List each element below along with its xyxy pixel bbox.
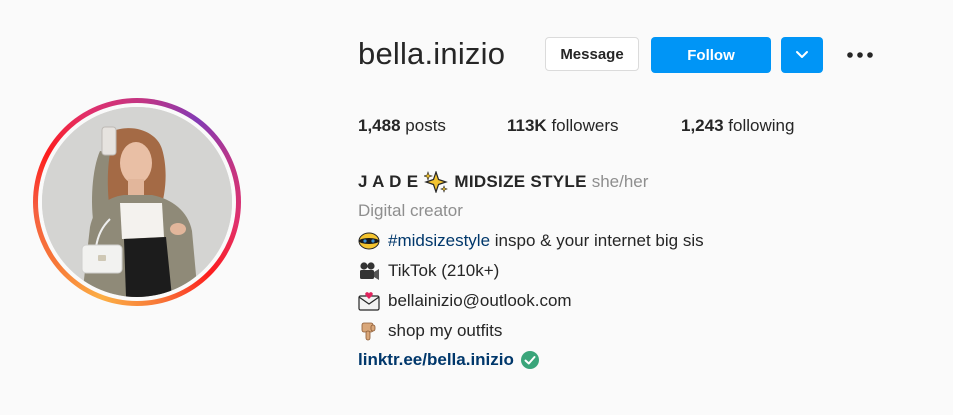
bio-name-line: J A D E MIDSIZE STYLE she/her xyxy=(358,171,648,193)
message-button[interactable]: Message xyxy=(545,37,639,71)
chevron-down-icon xyxy=(796,51,808,58)
follow-button[interactable]: Follow xyxy=(651,37,771,73)
check-circle-icon xyxy=(520,351,539,369)
dizzy-face-icon xyxy=(358,232,380,250)
category-label: Digital creator xyxy=(358,201,463,220)
followers-count: 113K xyxy=(507,116,547,135)
video-camera-icon xyxy=(360,262,379,280)
sparkles-icon xyxy=(424,171,449,193)
bio-line-4-text: shop my outfits xyxy=(388,321,503,340)
bio-link-line: linktr.ee/bella.inizio xyxy=(358,350,540,370)
envelope-heart-icon xyxy=(358,292,380,311)
bio-line-3-text: bellainizio@outlook.com xyxy=(388,291,572,310)
bio-line-2: TikTok (210k+) xyxy=(358,261,499,281)
bio-line-3: bellainizio@outlook.com xyxy=(358,291,572,311)
pronouns: she/her xyxy=(591,172,649,191)
bio-line-1-text: inspo & your internet big sis xyxy=(490,231,704,250)
posts-stat: 1,488 posts xyxy=(358,116,446,136)
bio-line-4: shop my outfits xyxy=(358,321,502,341)
followers-label: followers xyxy=(551,116,619,135)
bio-hashtag-link[interactable]: #midsizestyle xyxy=(388,231,490,251)
following-stat[interactable]: 1,243 following xyxy=(681,116,794,136)
display-name: J A D E xyxy=(358,172,419,191)
story-ring[interactable] xyxy=(33,98,241,306)
bio-external-link[interactable]: linktr.ee/bella.inizio xyxy=(358,350,514,370)
bio-line-1: #midsizestyle inspo & your internet big … xyxy=(358,231,704,251)
posts-label: posts xyxy=(405,116,446,135)
avatar-photo-image xyxy=(42,107,232,297)
posts-count: 1,488 xyxy=(358,116,401,135)
suggested-accounts-button[interactable] xyxy=(781,37,823,73)
more-horizontal-icon xyxy=(847,52,873,58)
bio-category-line: Digital creator xyxy=(358,201,463,221)
avatar[interactable] xyxy=(42,107,232,297)
followers-stat[interactable]: 113K followers xyxy=(507,116,619,136)
pointing-down-icon xyxy=(361,322,376,341)
following-label: following xyxy=(728,116,795,135)
display-name-suffix: MIDSIZE STYLE xyxy=(454,172,587,191)
profile-username: bella.inizio xyxy=(358,36,506,71)
more-options-button[interactable] xyxy=(842,42,878,68)
bio-line-2-text: TikTok (210k+) xyxy=(388,261,500,280)
following-count: 1,243 xyxy=(681,116,724,135)
